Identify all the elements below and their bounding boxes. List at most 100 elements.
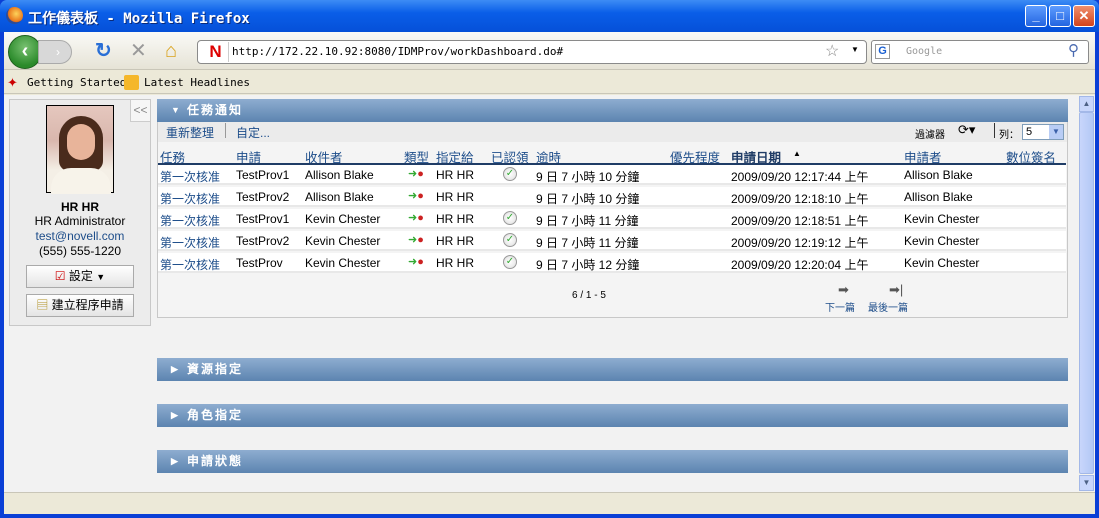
- chevron-down-icon: ▼: [96, 272, 106, 282]
- last-arrow-icon[interactable]: ➡|: [889, 282, 903, 298]
- collapse-panel-button[interactable]: <<: [130, 100, 150, 122]
- claimed-check-icon: ✓: [503, 211, 517, 225]
- date-cell: 2009/09/20 12:18:10 上午: [731, 192, 869, 206]
- table-row[interactable]: 第一次核准 TestProv1 Kevin Chester HR HR 9 日 7 小時…: [158, 209, 1066, 229]
- collapsed-triangle-icon: ▶: [171, 456, 180, 466]
- claimed-check-icon: ✓: [503, 233, 517, 247]
- bookmark-star-icon[interactable]: ☆: [825, 41, 839, 61]
- date-cell: 2009/09/20 12:19:12 上午: [731, 236, 869, 250]
- rows-select[interactable]: 5 ▼: [1022, 124, 1064, 140]
- request-cell: TestProv: [236, 256, 283, 270]
- task-link[interactable]: 第一次核准: [160, 256, 220, 273]
- settings-label: 設定: [68, 269, 93, 283]
- scrollbar-thumb[interactable]: [1079, 112, 1094, 474]
- requester-cell: Kevin Chester: [904, 212, 980, 226]
- rows-label: 列：: [999, 130, 1019, 141]
- notepad-icon: ▤: [36, 298, 49, 312]
- checklist-icon: ☑: [54, 269, 66, 283]
- search-icon[interactable]: ⚲: [1068, 41, 1079, 59]
- scroll-up-button[interactable]: ▲: [1079, 96, 1094, 112]
- page-info: 6 / 1 - 5: [572, 290, 606, 301]
- search-input[interactable]: Google: [906, 46, 942, 57]
- settings-button[interactable]: ☑ 設定 ▼: [26, 265, 134, 288]
- expanded-triangle-icon: ▼: [171, 105, 182, 115]
- approval-type-icon: ➜●: [408, 256, 424, 268]
- task-link[interactable]: 第一次核准: [160, 190, 220, 207]
- bookmark-getting-started[interactable]: Getting Started: [27, 76, 126, 89]
- request-cell: TestProv1: [236, 212, 290, 226]
- requester-cell: Kevin Chester: [904, 256, 980, 270]
- date-cell: 2009/09/20 12:17:44 上午: [731, 170, 869, 184]
- timeout-cell: 9 日 7 小時 12 分鐘: [536, 258, 640, 272]
- refresh-link[interactable]: 重新整理: [166, 124, 214, 141]
- timeout-cell: 9 日 7 小時 11 分鐘: [536, 214, 639, 228]
- close-button[interactable]: ✕: [1073, 5, 1095, 27]
- last-page-link[interactable]: 最後一篇: [868, 299, 908, 314]
- minimize-button[interactable]: _: [1025, 5, 1047, 27]
- timeout-cell: 9 日 7 小時 10 分鐘: [536, 170, 640, 184]
- url-dropdown-icon[interactable]: ▼: [851, 45, 859, 54]
- task-link[interactable]: 第一次核准: [160, 212, 220, 229]
- recipient-cell: Kevin Chester: [305, 256, 381, 270]
- bookmark-latest-headlines[interactable]: Latest Headlines: [144, 76, 250, 89]
- assigned-cell: HR HR: [436, 256, 474, 270]
- back-button[interactable]: ‹: [8, 35, 42, 69]
- requester-cell: Allison Blake: [904, 190, 973, 204]
- approval-type-icon: ➜●: [408, 168, 424, 180]
- section-resource-assignment[interactable]: ▶ 資源指定: [157, 358, 1068, 381]
- reload-icon[interactable]: ↻: [95, 40, 112, 62]
- table-row[interactable]: 第一次核准 TestProv2 Kevin Chester HR HR 9 日 7 小時…: [158, 231, 1066, 251]
- profile-email[interactable]: test@novell.com: [9, 229, 151, 243]
- approval-type-icon: ➜●: [408, 234, 424, 246]
- assigned-cell: HR HR: [436, 234, 474, 248]
- task-link[interactable]: 第一次核准: [160, 168, 220, 185]
- site-favicon: N: [203, 42, 229, 62]
- approval-type-icon: ➜●: [408, 212, 424, 224]
- task-link[interactable]: 第一次核准: [160, 234, 220, 251]
- assigned-cell: HR HR: [436, 212, 474, 226]
- filter-link[interactable]: 過濾器: [915, 126, 945, 141]
- assigned-cell: HR HR: [436, 190, 474, 204]
- requester-cell: Kevin Chester: [904, 234, 980, 248]
- forward-button[interactable]: ›: [38, 40, 72, 64]
- getting-started-icon: ✦: [7, 75, 18, 90]
- search-box[interactable]: [871, 40, 1089, 64]
- next-page-link[interactable]: 下一篇: [825, 299, 855, 314]
- request-cell: TestProv2: [236, 190, 290, 204]
- recipient-cell: Kevin Chester: [305, 212, 381, 226]
- collapsed-triangle-icon: ▶: [171, 364, 180, 374]
- sort-ascending-icon: ▲: [793, 149, 801, 158]
- customize-link[interactable]: 自定...: [236, 124, 270, 141]
- request-cell: TestProv2: [236, 234, 290, 248]
- table-row[interactable]: 第一次核准 TestProv1 Allison Blake HR HR 9 日 7 小時…: [158, 165, 1066, 185]
- google-icon[interactable]: G: [875, 44, 890, 59]
- create-request-label: 建立程序申請: [51, 298, 124, 312]
- table-row[interactable]: 第一次核准 TestProv Kevin Chester HR HR 9 日 7 小時 …: [158, 253, 1066, 273]
- avatar: [46, 105, 114, 194]
- create-request-button[interactable]: ▤ 建立程序申請: [26, 294, 134, 317]
- home-icon[interactable]: ⌂: [165, 40, 177, 62]
- chevron-down-icon: ▼: [1049, 125, 1063, 139]
- toolbar-divider: [225, 123, 226, 138]
- section-title: 資源指定: [187, 362, 244, 376]
- url-text[interactable]: http://172.22.10.92:8080/IDMProv/workDas…: [232, 45, 563, 58]
- table-row[interactable]: 第一次核准 TestProv2 Allison Blake HR HR 9 日 7 小時…: [158, 187, 1066, 207]
- next-arrow-icon[interactable]: ➡: [838, 282, 849, 298]
- section-title: 角色指定: [187, 408, 244, 422]
- scroll-down-button[interactable]: ▼: [1079, 475, 1094, 491]
- collapsed-triangle-icon: ▶: [171, 410, 180, 420]
- section-role-assignment[interactable]: ▶ 角色指定: [157, 404, 1068, 427]
- stop-icon[interactable]: ✕: [130, 40, 147, 62]
- profile-name: HR HR: [61, 200, 99, 214]
- maximize-button[interactable]: □: [1049, 5, 1071, 27]
- date-cell: 2009/09/20 12:20:04 上午: [731, 258, 869, 272]
- task-panel-header[interactable]: ▼ 任務通知: [157, 99, 1068, 122]
- rss-icon: [124, 75, 139, 90]
- approval-type-icon: ➜●: [408, 190, 424, 202]
- request-cell: TestProv1: [236, 168, 290, 182]
- refresh-interval-icon[interactable]: ⟳▾: [958, 122, 975, 138]
- section-request-status[interactable]: ▶ 申請狀態: [157, 450, 1068, 473]
- timeout-cell: 9 日 7 小時 11 分鐘: [536, 236, 639, 250]
- claimed-check-icon: ✓: [503, 255, 517, 269]
- requester-cell: Allison Blake: [904, 168, 973, 182]
